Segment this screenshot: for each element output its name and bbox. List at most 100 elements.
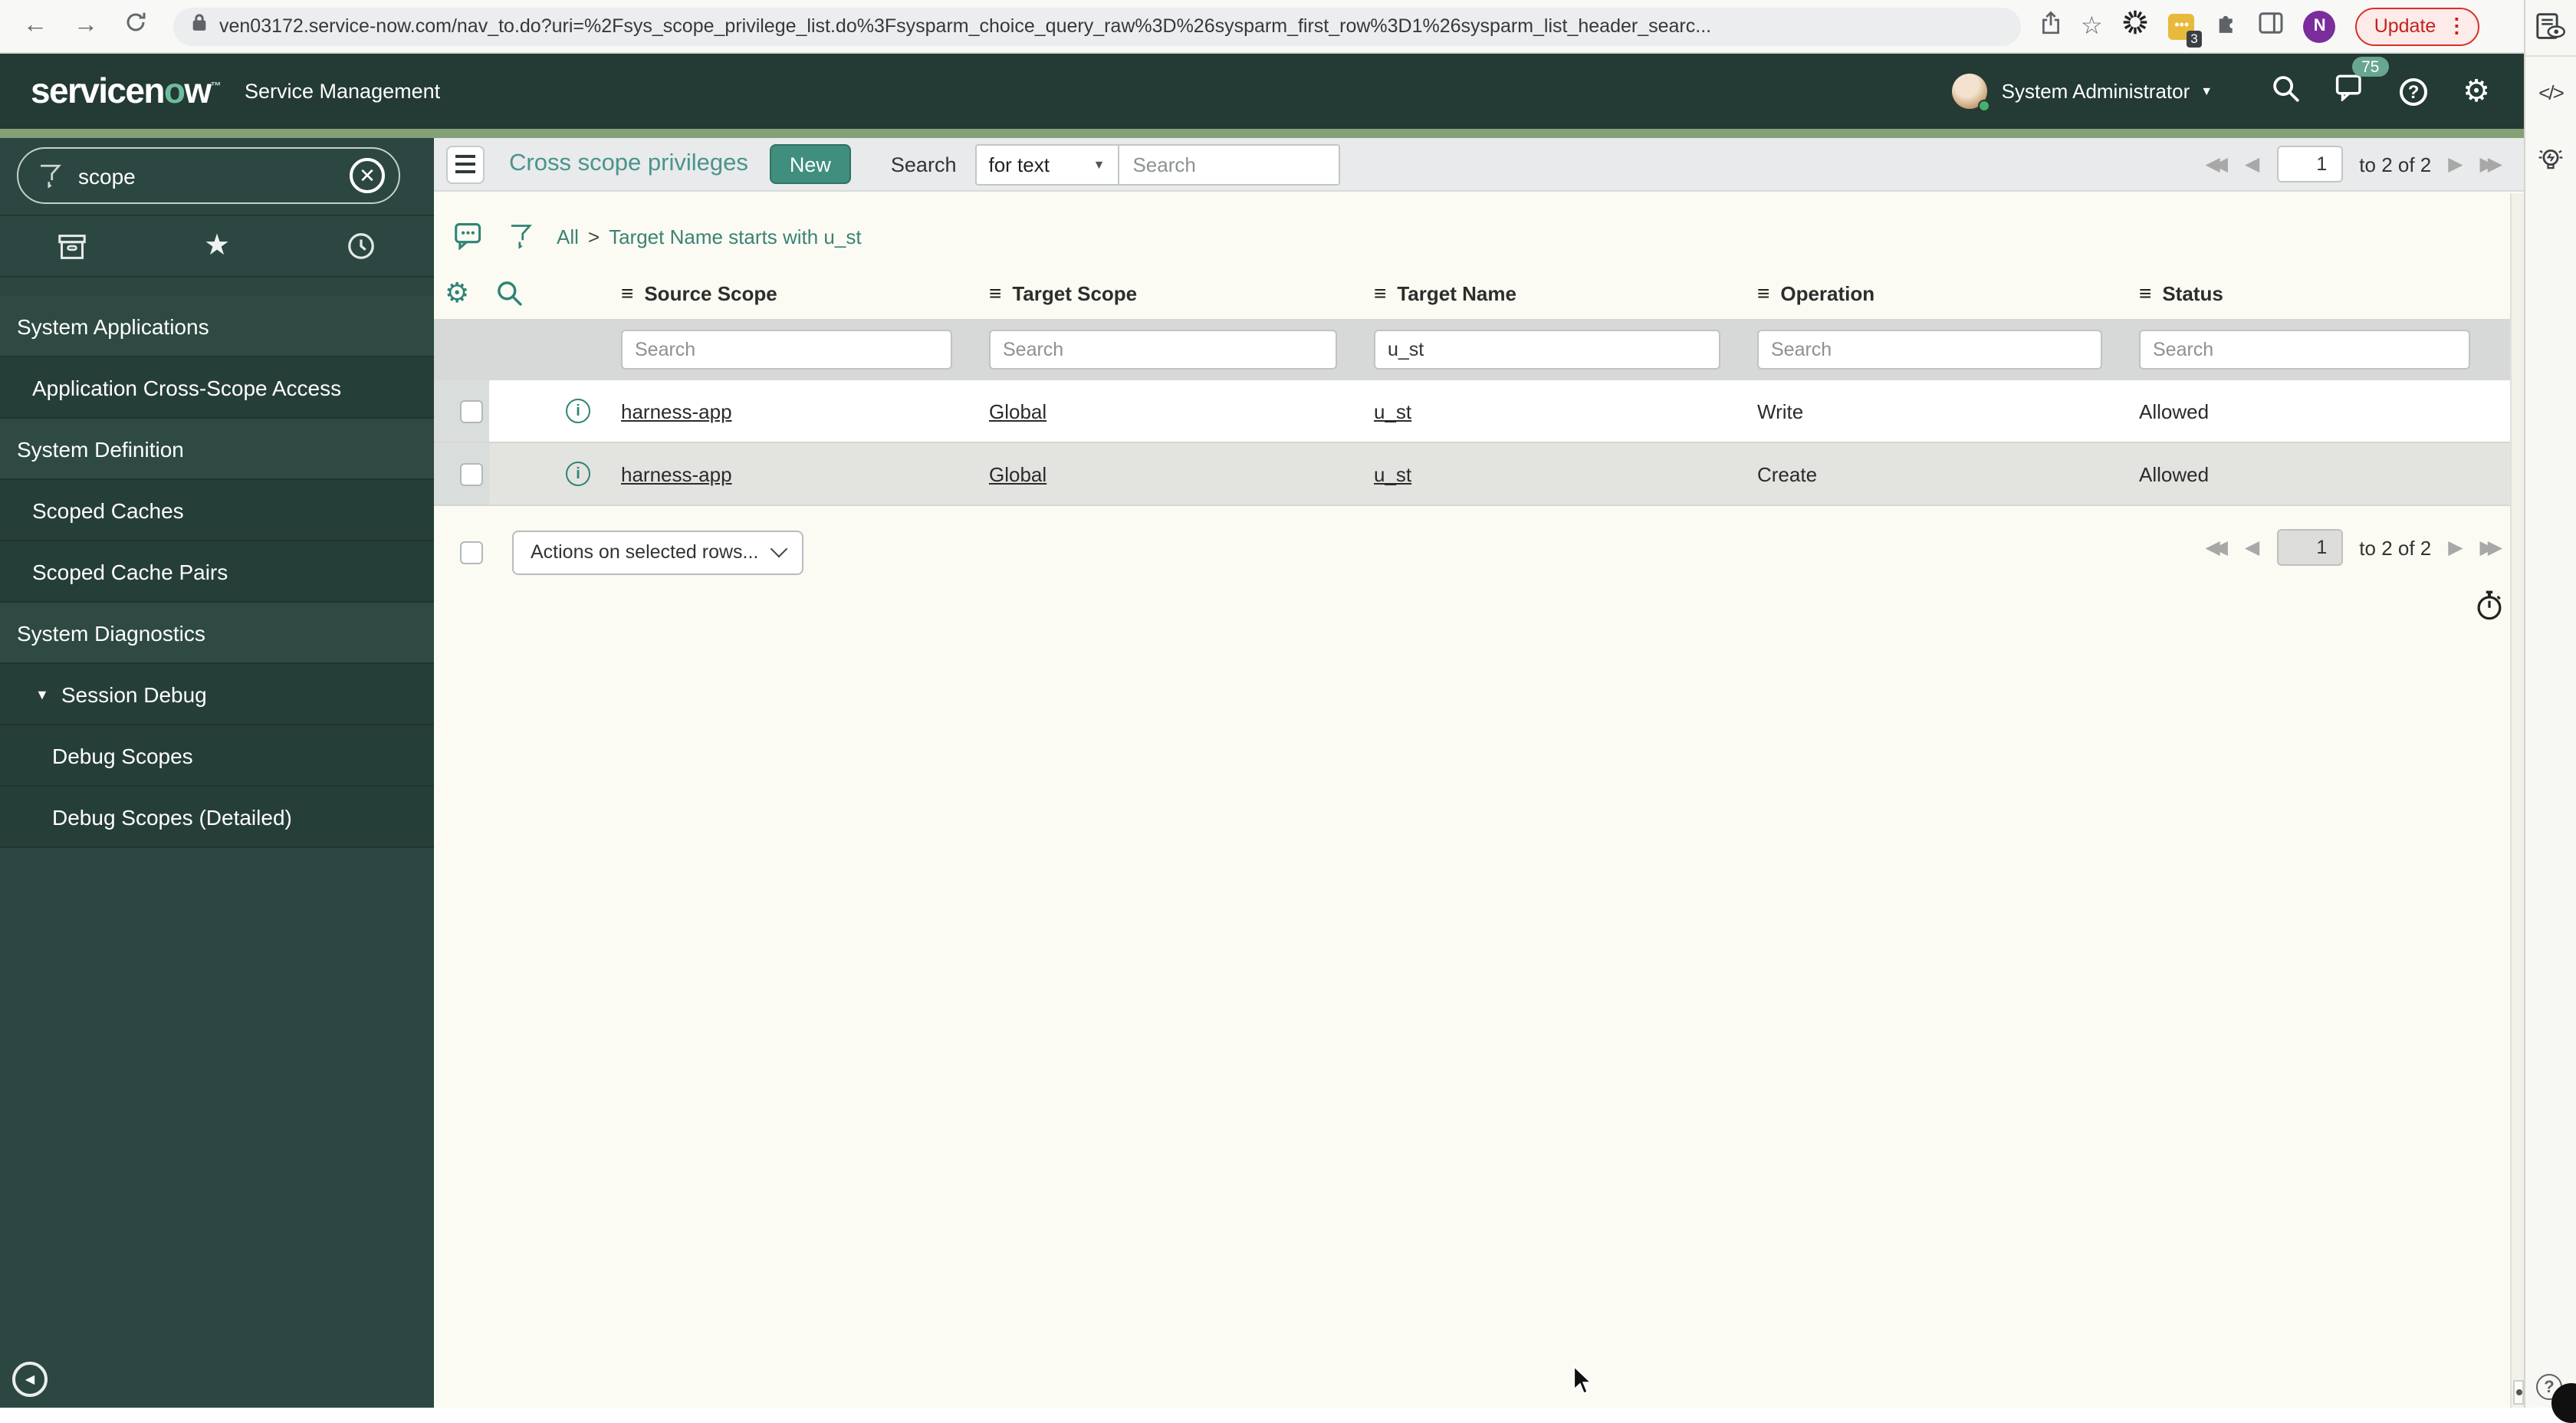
browser-profile-avatar[interactable]: N — [2303, 10, 2336, 42]
previous-page-icon[interactable]: ◀ — [2245, 537, 2259, 557]
list-personalize-gear-icon[interactable]: ⚙ — [445, 279, 469, 307]
first-page-icon[interactable]: ◀◀ — [2206, 537, 2229, 557]
column-search-operation[interactable] — [1757, 330, 2102, 370]
address-bar[interactable]: ven03172.service-now.com/nav_to.do?uri=%… — [173, 7, 2021, 45]
sidebar-item-debug-scopes-detailed[interactable]: Debug Scopes (Detailed) — [0, 787, 434, 848]
search-type-select[interactable]: for text ▼ — [974, 143, 1119, 185]
info-icon[interactable]: i — [566, 462, 590, 486]
row-checkbox[interactable] — [460, 399, 483, 422]
next-page-icon[interactable]: ▶ — [2448, 154, 2463, 174]
breadcrumb-filter-link[interactable]: Target Name starts with u_st — [609, 225, 861, 248]
share-icon[interactable] — [2041, 10, 2061, 42]
row-checkbox[interactable] — [460, 462, 483, 485]
next-page-icon[interactable]: ▶ — [2448, 537, 2463, 557]
strip-divider — [2525, 55, 2576, 57]
previous-page-icon[interactable]: ◀ — [2245, 154, 2259, 174]
list-search-input[interactable] — [1119, 143, 1340, 185]
last-page-icon[interactable]: ▶▶ — [2480, 154, 2503, 174]
cell-link-target-name[interactable]: u_st — [1355, 462, 1739, 485]
form-preview-icon[interactable] — [2525, 12, 2576, 41]
column-menu-icon[interactable]: ≡ — [2139, 281, 2151, 305]
sidebar-item-session-debug[interactable]: ▼ Session Debug — [0, 664, 434, 725]
info-icon[interactable]: i — [566, 399, 590, 423]
clear-filter-icon[interactable]: ✕ — [350, 158, 385, 193]
new-button[interactable]: New — [769, 144, 851, 184]
cell-link-target-scope[interactable]: Global — [971, 462, 1355, 485]
column-menu-icon[interactable]: ≡ — [1757, 281, 1769, 305]
navigator-filter-input[interactable] — [75, 162, 350, 189]
column-search-target-scope[interactable] — [989, 330, 1337, 370]
notification-badge: 75 — [2352, 57, 2389, 77]
breadcrumb-funnel-icon[interactable] — [509, 222, 532, 250]
browser-back-icon[interactable]: ← — [23, 13, 48, 38]
column-menu-icon[interactable]: ≡ — [1374, 281, 1386, 305]
content-scrollbar[interactable] — [2510, 193, 2524, 1408]
global-search-icon[interactable] — [2271, 73, 2300, 110]
collapse-triangle-icon[interactable]: ▼ — [35, 686, 49, 702]
extension-notes-icon[interactable]: ••• 3 — [2168, 13, 2203, 47]
column-search-source-scope[interactable] — [621, 330, 952, 370]
last-page-icon[interactable]: ▶▶ — [2480, 537, 2503, 557]
tab-all-applications[interactable] — [0, 216, 145, 276]
bookmark-star-icon[interactable]: ☆ — [2081, 11, 2103, 41]
settings-gear-icon[interactable]: ⚙ — [2463, 76, 2490, 107]
sidebar-item-scoped-cache-pairs[interactable]: Scoped Cache Pairs — [0, 541, 434, 603]
column-menu-icon[interactable]: ≡ — [621, 281, 633, 305]
column-header-source-scope[interactable]: ≡ Source Scope — [603, 281, 971, 305]
extensions-puzzle-icon[interactable] — [2215, 9, 2239, 43]
actions-select[interactable]: Actions on selected rows... — [512, 530, 803, 574]
sidebar-item-application-cross-scope-access[interactable]: Application Cross-Scope Access — [0, 357, 434, 419]
page-title[interactable]: Cross scope privileges — [509, 150, 748, 178]
column-header-status[interactable]: ≡ Status — [2121, 281, 2489, 305]
page-number-input[interactable] — [2276, 529, 2343, 566]
tab-favorites[interactable]: ★ — [145, 216, 290, 276]
browser-update-button[interactable]: Update ⋮ — [2355, 7, 2479, 45]
collapse-sidebar-button[interactable]: ◀ — [12, 1362, 48, 1397]
column-search-status[interactable] — [2139, 330, 2470, 370]
list-footer: Actions on selected rows... ◀◀ ◀ to 2 of… — [434, 527, 2524, 577]
column-header-label: Operation — [1780, 281, 1875, 304]
cell-link-source-scope[interactable]: harness-app — [603, 399, 971, 422]
scrollbar-end-button[interactable] — [2513, 1380, 2524, 1405]
browser-menu-kebab-icon[interactable]: ⋮ — [2446, 14, 2466, 38]
sidebar-item-label: Scoped Caches — [32, 498, 184, 522]
column-header-operation[interactable]: ≡ Operation — [1739, 281, 2121, 305]
row-info-cell: i — [489, 399, 603, 423]
row-gutter — [434, 380, 489, 442]
response-time-icon[interactable] — [2475, 589, 2504, 629]
navigator-filter[interactable]: ✕ — [17, 147, 400, 204]
sidebar-item-scoped-caches[interactable]: Scoped Caches — [0, 480, 434, 541]
help-icon[interactable]: ? — [2400, 77, 2428, 105]
user-name[interactable]: System Administrator — [2002, 80, 2190, 103]
column-menu-icon[interactable]: ≡ — [989, 281, 1001, 305]
sidebar-item-debug-scopes[interactable]: Debug Scopes — [0, 725, 434, 787]
cell-link-target-scope[interactable]: Global — [971, 399, 1355, 422]
side-panel-icon[interactable] — [2259, 12, 2284, 41]
connect-chat-icon[interactable]: 75 — [2335, 57, 2389, 109]
lightbulb-icon[interactable] — [2525, 144, 2576, 176]
sidebar-item-system-applications[interactable]: System Applications — [0, 296, 434, 357]
select-all-checkbox[interactable] — [460, 541, 483, 564]
sidebar-item-system-diagnostics[interactable]: System Diagnostics — [0, 603, 434, 664]
user-menu-caret-icon[interactable]: ▼ — [2200, 84, 2213, 98]
column-search-toggle-icon[interactable] — [495, 279, 523, 307]
table-row: i harness-app Global u_st Write Allowed — [434, 380, 2524, 443]
breadcrumb-all-link[interactable]: All — [557, 225, 579, 248]
tab-history[interactable] — [289, 216, 434, 276]
page-number-input[interactable] — [2276, 146, 2343, 182]
browser-reload-icon[interactable] — [124, 11, 147, 41]
sidebar-item-label: Application Cross-Scope Access — [32, 375, 342, 399]
cell-link-source-scope[interactable]: harness-app — [603, 462, 971, 485]
cell-link-target-name[interactable]: u_st — [1355, 399, 1739, 422]
column-search-target-name[interactable] — [1374, 330, 1720, 370]
browser-forward-icon[interactable]: → — [74, 13, 98, 38]
code-snippet-icon[interactable]: </> — [2525, 81, 2576, 104]
user-avatar[interactable] — [1952, 74, 1991, 112]
column-header-target-name[interactable]: ≡ Target Name — [1355, 281, 1739, 305]
column-header-target-scope[interactable]: ≡ Target Scope — [971, 281, 1355, 305]
sidebar-item-system-definition[interactable]: System Definition — [0, 419, 434, 480]
list-context-menu-icon[interactable] — [446, 145, 485, 183]
list-chat-icon[interactable] — [454, 222, 483, 250]
extension-sunburst-icon[interactable] — [2123, 9, 2149, 43]
first-page-icon[interactable]: ◀◀ — [2206, 154, 2229, 174]
